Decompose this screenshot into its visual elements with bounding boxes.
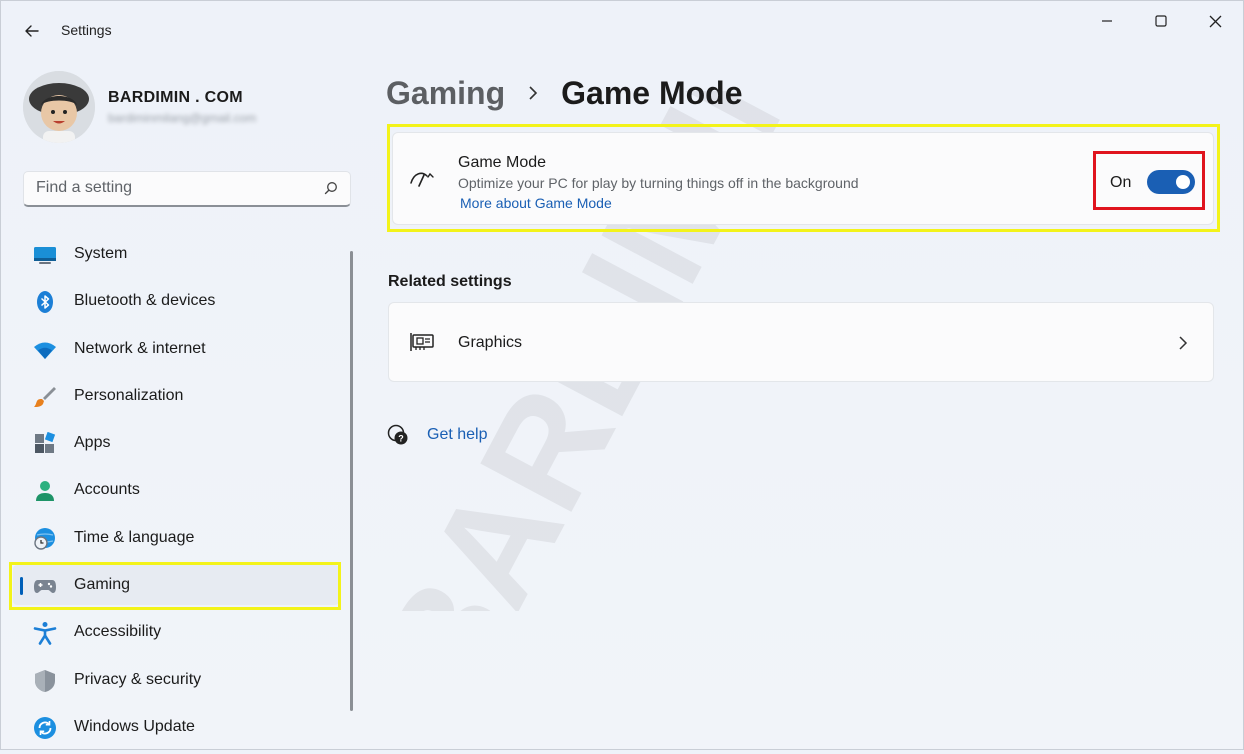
user-email: bardiminmilang@gmail.com (108, 111, 257, 125)
wifi-icon (33, 338, 57, 362)
title-bar: Settings (1, 1, 1244, 59)
globe-clock-icon (33, 527, 57, 551)
user-name: BARDIMIN . COM (108, 89, 243, 106)
maximize-button[interactable] (1139, 9, 1183, 33)
sidebar-item-label: Time & language (74, 528, 195, 546)
sidebar-item-label: Network & internet (74, 339, 206, 357)
chevron-right-icon (1179, 336, 1188, 350)
system-icon (33, 243, 57, 267)
back-button[interactable] (19, 18, 45, 44)
search-icon[interactable] (324, 181, 338, 195)
game-mode-description: Optimize your PC for play by turning thi… (458, 175, 859, 191)
game-mode-icon (410, 172, 434, 187)
search-box (23, 171, 351, 207)
gamepad-icon (33, 574, 57, 598)
page-title: Game Mode (561, 74, 743, 111)
sidebar-item-label: Privacy & security (74, 670, 202, 688)
graphics-label: Graphics (458, 334, 523, 351)
search-input[interactable] (24, 172, 326, 204)
close-button[interactable] (1193, 9, 1237, 33)
game-mode-title: Game Mode (458, 154, 547, 171)
minimize-icon (1102, 20, 1112, 22)
sidebar-item-label: System (74, 245, 128, 262)
shield-icon (33, 669, 57, 693)
sidebar-item-personalization[interactable]: Personalization (13, 376, 339, 416)
brush-icon (33, 385, 57, 409)
game-mode-toggle[interactable] (1147, 170, 1195, 194)
minimize-button[interactable] (1085, 9, 1129, 33)
bluetooth-icon (33, 290, 57, 314)
window-title: Settings (61, 22, 112, 38)
selection-indicator (20, 577, 23, 596)
sidebar-item-label: Bluetooth & devices (74, 292, 216, 310)
sidebar-item-label: Apps (74, 434, 111, 452)
more-about-game-mode-link[interactable]: More about Game Mode (460, 195, 612, 211)
breadcrumb-parent[interactable]: Gaming (386, 75, 505, 112)
sidebar-item-gaming[interactable]: Gaming (13, 565, 339, 606)
sidebar-item-network[interactable]: Network & internet (13, 329, 339, 369)
graphics-card-icon (410, 333, 434, 351)
svg-text:?: ? (398, 434, 404, 444)
toggle-knob (1176, 175, 1190, 189)
avatar[interactable] (23, 71, 95, 143)
sidebar-item-windows-update[interactable]: Windows Update (13, 707, 339, 747)
sidebar-item-label: Accessibility (74, 623, 162, 641)
update-icon (33, 716, 57, 740)
sidebar-item-bluetooth[interactable]: Bluetooth & devices (13, 281, 339, 321)
avatar-picture-icon (23, 71, 95, 143)
close-icon (1209, 15, 1221, 27)
breadcrumb: Gaming Game Mode (386, 71, 743, 115)
help-chat-icon: ? (387, 424, 408, 445)
apps-icon (33, 432, 57, 456)
sidebar-item-privacy[interactable]: Privacy & security (13, 660, 339, 700)
sidebar-item-label: Accounts (74, 481, 140, 499)
sidebar-item-system[interactable]: System (13, 234, 339, 274)
sidebar-item-time-language[interactable]: Time & language (13, 518, 339, 558)
maximize-icon (1155, 15, 1167, 27)
sidebar: BARDIMIN . COM bardiminmilang@gmail.com … (1, 59, 361, 751)
sidebar-item-label: Windows Update (74, 717, 195, 735)
sidebar-scrollbar[interactable] (350, 251, 353, 711)
sidebar-item-accounts[interactable]: Accounts (13, 470, 339, 510)
accessibility-icon (33, 621, 57, 646)
sidebar-item-label: Gaming (74, 576, 131, 594)
person-icon (33, 479, 57, 503)
sidebar-item-label: Personalization (74, 386, 184, 404)
nav-list: System Bluetooth & devices Network & int… (13, 234, 339, 754)
get-help-link[interactable]: Get help (427, 426, 487, 444)
back-arrow-icon (25, 25, 39, 37)
related-settings-heading: Related settings (388, 273, 512, 290)
sidebar-item-apps[interactable]: Apps (13, 423, 339, 463)
sidebar-item-accessibility[interactable]: Accessibility (13, 612, 339, 652)
toggle-state-label: On (1110, 174, 1132, 191)
settings-window: Settings BARDIMIN . COM bardiminmilang@g… (0, 0, 1244, 750)
chevron-right-icon (527, 85, 539, 101)
